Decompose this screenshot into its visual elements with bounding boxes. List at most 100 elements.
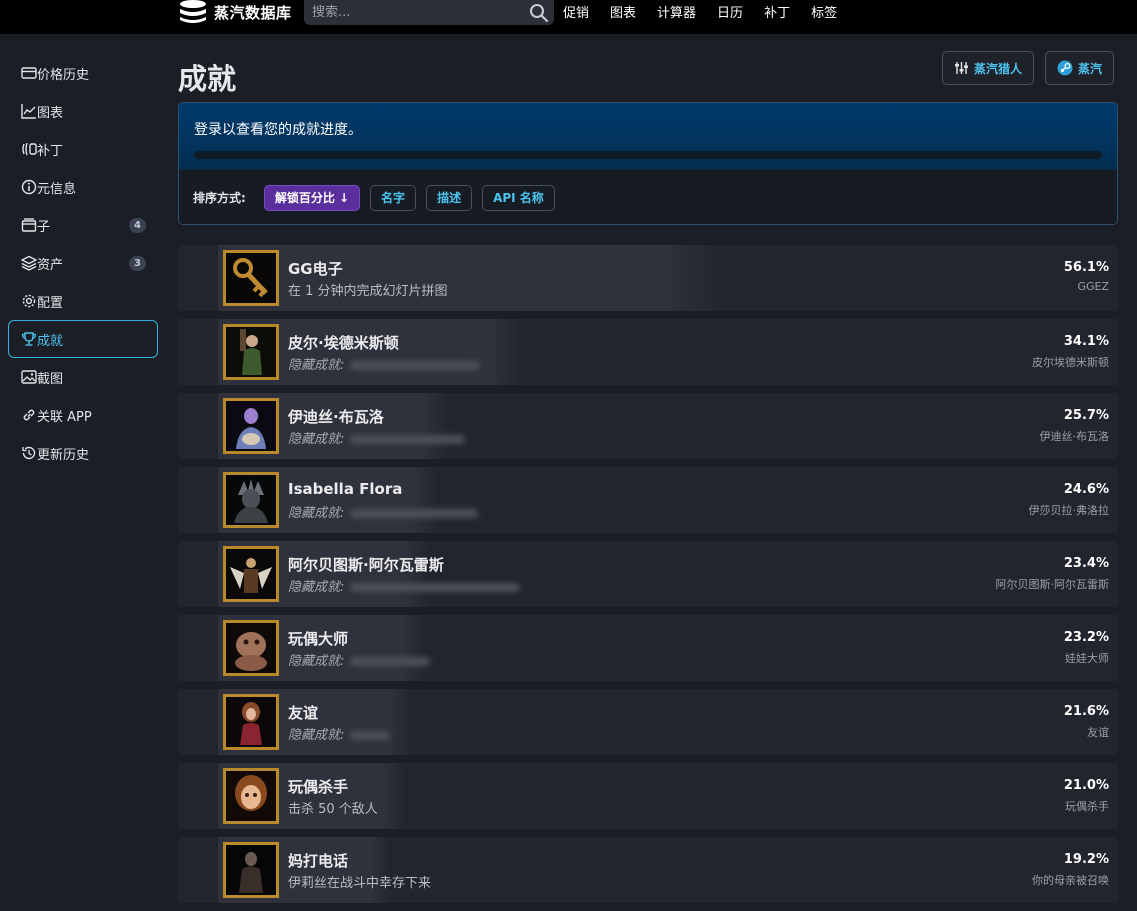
site-logo[interactable]: 蒸汽数据库 [178, 0, 292, 24]
achievement-description: 隐藏成就: [288, 724, 391, 743]
achievement-api-name: 友谊 [1087, 726, 1109, 739]
sidebar-item-label: 截图 [37, 371, 64, 387]
gear-icon [22, 294, 36, 308]
sidebar-item-info[interactable]: 元信息 [8, 168, 158, 206]
unlock-percent: 34.1% [1063, 334, 1109, 349]
sidebar-item-charts[interactable]: 图表 [8, 92, 158, 130]
achievement-name: 妈打电话 [288, 852, 349, 870]
doll-master-icon [223, 620, 279, 676]
sidebar-item-update-history[interactable]: 更新历史 [8, 434, 158, 472]
sidebar-item-label: 成就 [37, 333, 64, 349]
achievement-api-name: 阿尔贝图斯·阿尔瓦雷斯 [995, 578, 1110, 591]
achievement-api-name: 玩偶杀手 [1065, 800, 1109, 813]
achievement-row[interactable]: 伊迪丝·布瓦洛 隐藏成就: 25.7% 伊迪丝·布瓦洛 [178, 393, 1118, 459]
progress-bar [194, 151, 1102, 159]
login-message: 登录以查看您的成就进度。 [194, 122, 362, 138]
sort-by-api-name-button[interactable]: API 名称 [482, 184, 555, 211]
progress-header: 登录以查看您的成就进度。 [179, 103, 1117, 169]
sidebar-item-config[interactable]: 配置 [8, 282, 158, 320]
count-badge: 3 [129, 256, 146, 271]
hidden-achievement-label: 隐藏成就: [288, 654, 345, 669]
sidebar-item-price-history[interactable]: 价格历史 [8, 54, 158, 92]
blurred-description[interactable] [350, 435, 466, 444]
blurred-description[interactable] [350, 361, 481, 370]
steam-icon [1057, 60, 1073, 76]
nav-tags[interactable]: 标签 [811, 2, 837, 21]
sidebar-item-label: 补丁 [37, 143, 64, 159]
sort-by-unlock-percent-button[interactable]: 解锁百分比 ↓ [263, 184, 361, 211]
page-title: 成就 [178, 62, 237, 96]
search-input[interactable] [304, 0, 528, 25]
patch-icon [22, 142, 37, 156]
unlock-percent: 23.2% [1063, 630, 1109, 645]
sidebar-item-achievements[interactable]: 成就 [8, 320, 158, 358]
unlock-percent: 25.7% [1063, 408, 1109, 423]
blurred-description[interactable] [350, 583, 521, 592]
blurred-description[interactable] [350, 731, 391, 740]
achievement-row[interactable]: 玩偶大师 隐藏成就: 23.2% 娃娃大师 [178, 615, 1118, 681]
nav-sales[interactable]: 促销 [563, 2, 589, 21]
achievement-row[interactable]: 阿尔贝图斯·阿尔瓦雷斯 隐藏成就: 23.4% 阿尔贝图斯·阿尔瓦雷斯 [178, 541, 1118, 607]
achievement-row[interactable]: 玩偶杀手 击杀 50 个敌人 21.0% 玩偶杀手 [178, 763, 1118, 829]
sidebar-item-label: 资产 [37, 257, 64, 273]
sidebar: 价格历史 图表 补丁 元信息 子 4 资产 3 配置 成就 截图 关联 APP … [8, 54, 158, 472]
database-logo-icon [180, 0, 206, 23]
achievement-row[interactable]: 妈打电话 伊莉丝在战斗中幸存下来 19.2% 你的母亲被召唤 [178, 837, 1118, 903]
count-badge: 4 [129, 218, 146, 233]
dark-creature-icon [223, 472, 279, 528]
achievement-name: GG电子 [288, 260, 343, 278]
sort-label: 排序方式: [193, 191, 246, 205]
achievement-name: Isabella Flora [288, 480, 403, 498]
sort-by-name-button[interactable]: 名字 [370, 184, 417, 211]
info-icon [21, 179, 37, 195]
nav-calendar[interactable]: 日历 [717, 2, 743, 21]
chart-icon [21, 104, 36, 119]
sidebar-item-label: 配置 [37, 295, 64, 311]
steamhunters-label: 蒸汽猎人 [974, 61, 1023, 76]
search-icon[interactable] [528, 2, 550, 24]
top-navigation-bar: 蒸汽数据库 促销 图表 计算器 日历 补丁 标签 [0, 0, 1137, 34]
hidden-achievement-label: 隐藏成就: [288, 728, 345, 743]
achievement-row[interactable]: 友谊 隐藏成就: 21.6% 友谊 [178, 689, 1118, 755]
steamhunters-button[interactable]: 蒸汽猎人 [942, 51, 1035, 85]
unlock-percent: 23.4% [1063, 556, 1109, 571]
achievement-row[interactable]: 皮尔·埃德米斯顿 隐藏成就: 34.1% 皮尔埃德米斯顿 [178, 319, 1118, 385]
steam-button[interactable]: 蒸汽 [1045, 51, 1115, 85]
achievement-row[interactable]: Isabella Flora 隐藏成就: 24.6% 伊莎贝拉·弗洛拉 [178, 467, 1118, 533]
price-history-icon [21, 67, 37, 79]
blurred-description[interactable] [350, 509, 479, 518]
layers-icon [21, 255, 37, 271]
sidebar-item-patches[interactable]: 补丁 [8, 130, 158, 168]
search-box [304, 0, 554, 25]
link-icon [23, 409, 35, 421]
achievement-name: 玩偶杀手 [288, 778, 349, 796]
unlock-percent: 21.0% [1063, 778, 1109, 793]
achievement-name: 友谊 [288, 704, 319, 722]
nav-charts[interactable]: 图表 [610, 2, 636, 21]
key-icon [223, 250, 279, 306]
purple-figure-icon [223, 398, 279, 454]
sidebar-item-screenshots[interactable]: 截图 [8, 358, 158, 396]
sidebar-item-linked-apps[interactable]: 关联 APP [8, 396, 158, 434]
sidebar-item-packages[interactable]: 子 4 [8, 206, 158, 244]
achievement-description: 击杀 50 个敌人 [288, 802, 378, 817]
nav-calculator[interactable]: 计算器 [657, 2, 696, 21]
hidden-achievement-label: 隐藏成就: [288, 580, 345, 595]
achievement-api-name: 伊迪丝·布瓦洛 [1039, 430, 1110, 443]
history-icon [22, 446, 36, 460]
nav-patches[interactable]: 补丁 [764, 2, 790, 21]
unlock-percent: 21.6% [1063, 704, 1109, 719]
sidebar-item-label: 更新历史 [37, 447, 90, 463]
sidebar-item-assets[interactable]: 资产 3 [8, 244, 158, 282]
sidebar-item-label: 关联 APP [37, 409, 92, 425]
achievement-description: 隐藏成就: [288, 354, 481, 373]
green-figure-icon [223, 324, 279, 380]
achievement-description: 在 1 分钟内完成幻灯片拼图 [288, 284, 448, 299]
achievement-row[interactable]: GG电子在 1 分钟内完成幻灯片拼图 56.1% GGEZ [178, 245, 1118, 311]
sort-by-description-button[interactable]: 描述 [426, 184, 473, 211]
achievement-name: 皮尔·埃德米斯顿 [288, 334, 399, 352]
blurred-description[interactable] [350, 657, 431, 666]
achievement-progress-panel: 登录以查看您的成就进度。 排序方式: 解锁百分比 ↓ 名字 描述 API 名称 [178, 102, 1118, 225]
image-icon [21, 370, 37, 384]
hidden-achievement-label: 隐藏成就: [288, 358, 345, 373]
